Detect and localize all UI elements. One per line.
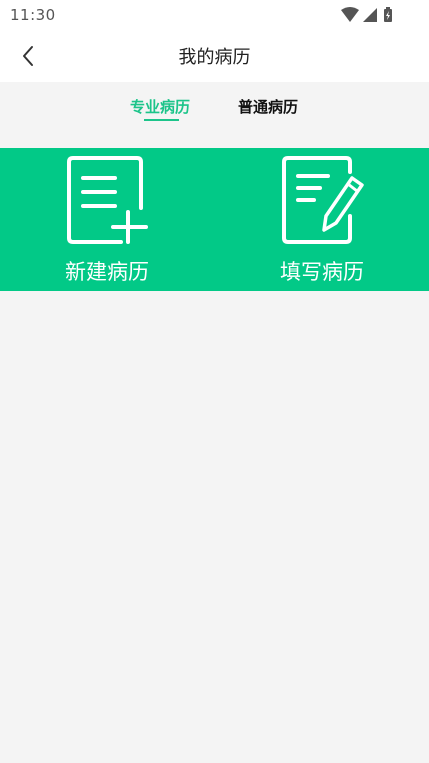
status-bar: 11:30	[0, 0, 429, 30]
signal-icon	[363, 8, 377, 22]
tab-general-records[interactable]: 普通病历	[238, 96, 298, 117]
records-list-area	[0, 291, 429, 763]
new-record-button[interactable]: 新建病历	[27, 148, 187, 291]
page-title: 我的病历	[178, 47, 251, 68]
app-bar: 我的病历	[0, 30, 429, 82]
new-record-icon	[67, 156, 148, 244]
action-banner: 新建病历 填写病历	[0, 148, 429, 291]
tab-professional-records[interactable]: 专业病历	[130, 96, 190, 117]
fill-record-label: 填写病历	[280, 260, 364, 284]
status-icons	[341, 7, 392, 22]
edit-record-icon	[282, 156, 364, 244]
status-time: 11:30	[10, 6, 56, 24]
active-tab-indicator	[144, 119, 179, 121]
wifi-icon	[341, 7, 359, 22]
battery-icon	[384, 7, 392, 22]
new-record-label: 新建病历	[65, 260, 149, 284]
record-tabs: 专业病历 普通病历	[0, 82, 429, 148]
fill-record-button[interactable]: 填写病历	[242, 148, 402, 291]
